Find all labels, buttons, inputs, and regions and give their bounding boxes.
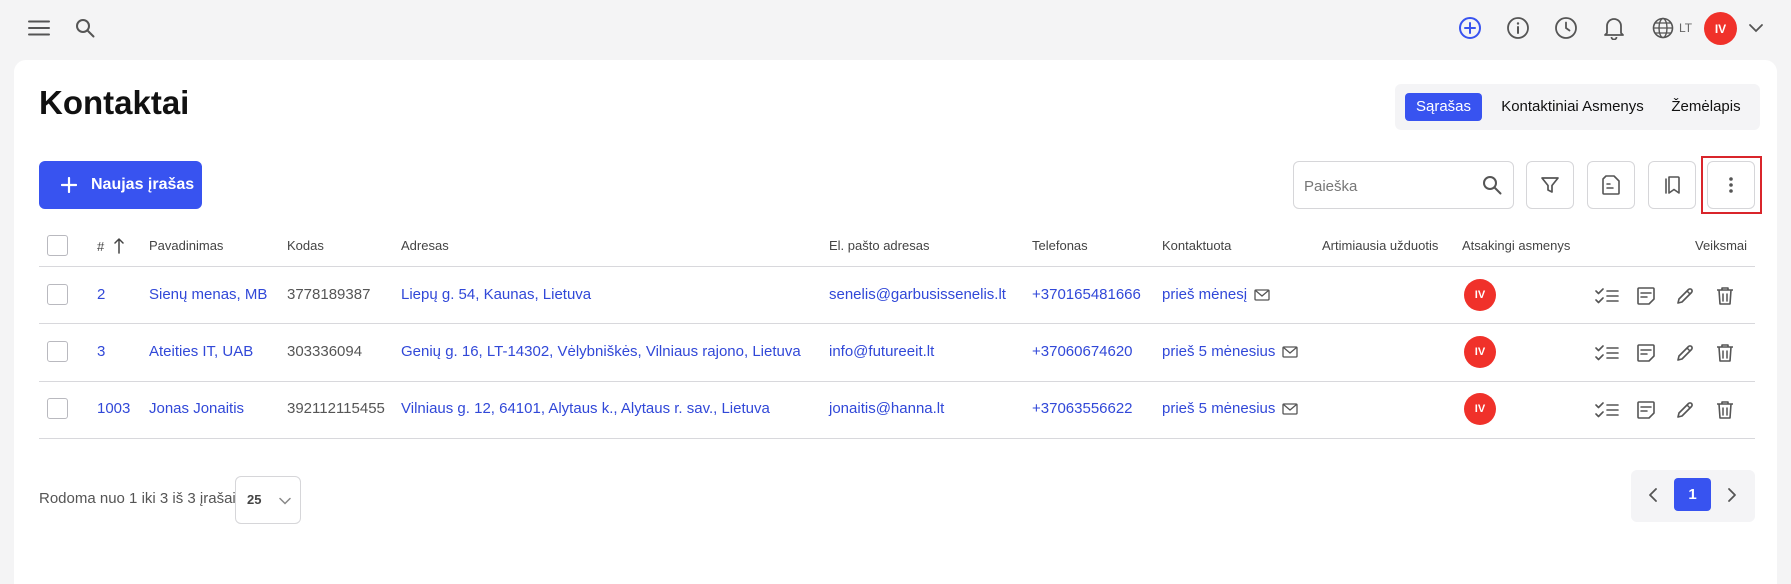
row-contacted[interactable]: prieš mėnesį [1162, 286, 1270, 303]
table-divider [39, 266, 1755, 267]
row-divider [39, 438, 1755, 439]
saved-views-button[interactable] [1648, 161, 1696, 209]
select-all-checkbox[interactable] [47, 235, 68, 256]
row-email-link[interactable]: jonaitis@hanna.lt [829, 400, 944, 417]
language-label[interactable]: LT [1679, 21, 1692, 35]
page-size-value: 25 [247, 492, 262, 507]
row-name-link[interactable]: Jonas Jonaitis [149, 400, 244, 417]
plus-icon [61, 177, 77, 193]
column-header-name[interactable]: Pavadinimas [149, 238, 223, 253]
search-icon[interactable] [1482, 175, 1502, 195]
column-header-actions: Veiksmai [1695, 238, 1748, 253]
search-box [1293, 161, 1514, 209]
add-circle-icon[interactable] [1456, 14, 1484, 42]
column-header-responsible[interactable]: Atsakingi asmenys [1462, 238, 1570, 253]
tab-map[interactable]: Žemėlapis [1661, 93, 1751, 121]
search-input[interactable] [1304, 174, 1474, 198]
column-header-code[interactable]: Kodas [287, 238, 324, 253]
highlight-frame [1701, 156, 1762, 214]
chevron-down-icon [279, 497, 291, 505]
user-initials: IV [1714, 21, 1727, 36]
records-summary: Rodoma nuo 1 iki 3 iš 3 įrašai [39, 490, 236, 507]
tab-contact-persons[interactable]: Kontaktiniai Asmenys [1489, 93, 1656, 121]
sort-ascending-icon[interactable] [114, 238, 124, 254]
page-title: Kontaktai [39, 84, 190, 121]
delete-trash-icon[interactable] [1711, 282, 1739, 310]
note-icon[interactable] [1632, 339, 1660, 367]
row-address-link[interactable]: Vilniaus g. 12, 64101, Alytaus k., Alyta… [401, 400, 770, 417]
filter-icon [1540, 175, 1560, 195]
task-list-icon[interactable] [1593, 396, 1621, 424]
export-button[interactable] [1587, 161, 1635, 209]
clock-icon[interactable] [1552, 14, 1580, 42]
document-icon [1602, 175, 1620, 195]
responsible-avatar[interactable]: IV [1464, 279, 1496, 311]
tab-list[interactable]: Sąrašas [1405, 93, 1482, 121]
task-list-icon[interactable] [1593, 339, 1621, 367]
note-icon[interactable] [1632, 282, 1660, 310]
globe-icon[interactable] [1649, 14, 1677, 42]
page-size-select[interactable]: 25 [235, 476, 301, 524]
chevron-down-icon[interactable] [1742, 14, 1770, 42]
row-checkbox[interactable] [47, 284, 68, 305]
task-list-icon[interactable] [1593, 282, 1621, 310]
chevron-right-icon[interactable] [1727, 487, 1737, 503]
pagination: 1 [1631, 470, 1755, 522]
column-header-address[interactable]: Adresas [401, 238, 449, 253]
row-code: 3778189387 [287, 286, 371, 303]
info-icon[interactable] [1504, 14, 1532, 42]
row-phone-link[interactable]: +37060674620 [1032, 343, 1133, 360]
row-name-link[interactable]: Ateities IT, UAB [149, 343, 253, 360]
view-tabs: Sąrašas Kontaktiniai Asmenys Žemėlapis [1395, 84, 1760, 130]
row-checkbox[interactable] [47, 398, 68, 419]
row-id-link[interactable]: 3 [97, 343, 105, 360]
new-record-label: Naujas įrašas [91, 176, 195, 193]
chevron-left-icon[interactable] [1648, 487, 1658, 503]
column-header-id[interactable]: # [97, 238, 124, 254]
menu-icon[interactable] [25, 14, 53, 42]
row-contacted[interactable]: prieš 5 mėnesius [1162, 400, 1299, 417]
row-code: 392112115455 [287, 400, 385, 417]
responsible-avatar[interactable]: IV [1464, 336, 1496, 368]
delete-trash-icon[interactable] [1711, 339, 1739, 367]
bookmarks-icon [1662, 175, 1682, 195]
column-header-contacted[interactable]: Kontaktuota [1162, 238, 1231, 253]
row-id-link[interactable]: 2 [97, 286, 105, 303]
row-contacted[interactable]: prieš 5 mėnesius [1162, 343, 1299, 360]
column-header-next-task[interactable]: Artimiausia užduotis [1322, 238, 1438, 253]
row-divider [39, 381, 1755, 382]
bell-icon[interactable] [1600, 14, 1628, 42]
note-icon[interactable] [1632, 396, 1660, 424]
page-1-button[interactable]: 1 [1674, 478, 1711, 511]
mail-icon [1282, 402, 1299, 415]
row-email-link[interactable]: senelis@garbusissenelis.lt [829, 286, 1006, 303]
row-code: 303336094 [287, 343, 363, 360]
user-avatar[interactable]: IV [1704, 12, 1737, 45]
column-header-email[interactable]: El. pašto adresas [829, 238, 929, 253]
search-icon[interactable] [71, 14, 99, 42]
row-name-link[interactable]: Sienų menas, MB [149, 286, 267, 303]
row-phone-link[interactable]: +370165481666 [1032, 286, 1141, 303]
edit-pencil-icon[interactable] [1671, 396, 1699, 424]
row-id-link[interactable]: 1003 [97, 400, 130, 417]
row-address-link[interactable]: Liepų g. 54, Kaunas, Lietuva [401, 286, 591, 303]
edit-pencil-icon[interactable] [1671, 282, 1699, 310]
row-divider [39, 323, 1755, 324]
delete-trash-icon[interactable] [1711, 396, 1739, 424]
row-checkbox[interactable] [47, 341, 68, 362]
row-phone-link[interactable]: +37063556622 [1032, 400, 1133, 417]
row-email-link[interactable]: info@futureeit.lt [829, 343, 934, 360]
mail-icon [1254, 288, 1270, 301]
row-address-link[interactable]: Genių g. 16, LT-14302, Vėlybniškės, Viln… [401, 343, 801, 360]
new-record-button[interactable]: Naujas įrašas [39, 161, 202, 209]
responsible-avatar[interactable]: IV [1464, 393, 1496, 425]
column-header-phone[interactable]: Telefonas [1032, 238, 1088, 253]
filter-button[interactable] [1526, 161, 1574, 209]
mail-icon [1282, 345, 1299, 358]
edit-pencil-icon[interactable] [1671, 339, 1699, 367]
